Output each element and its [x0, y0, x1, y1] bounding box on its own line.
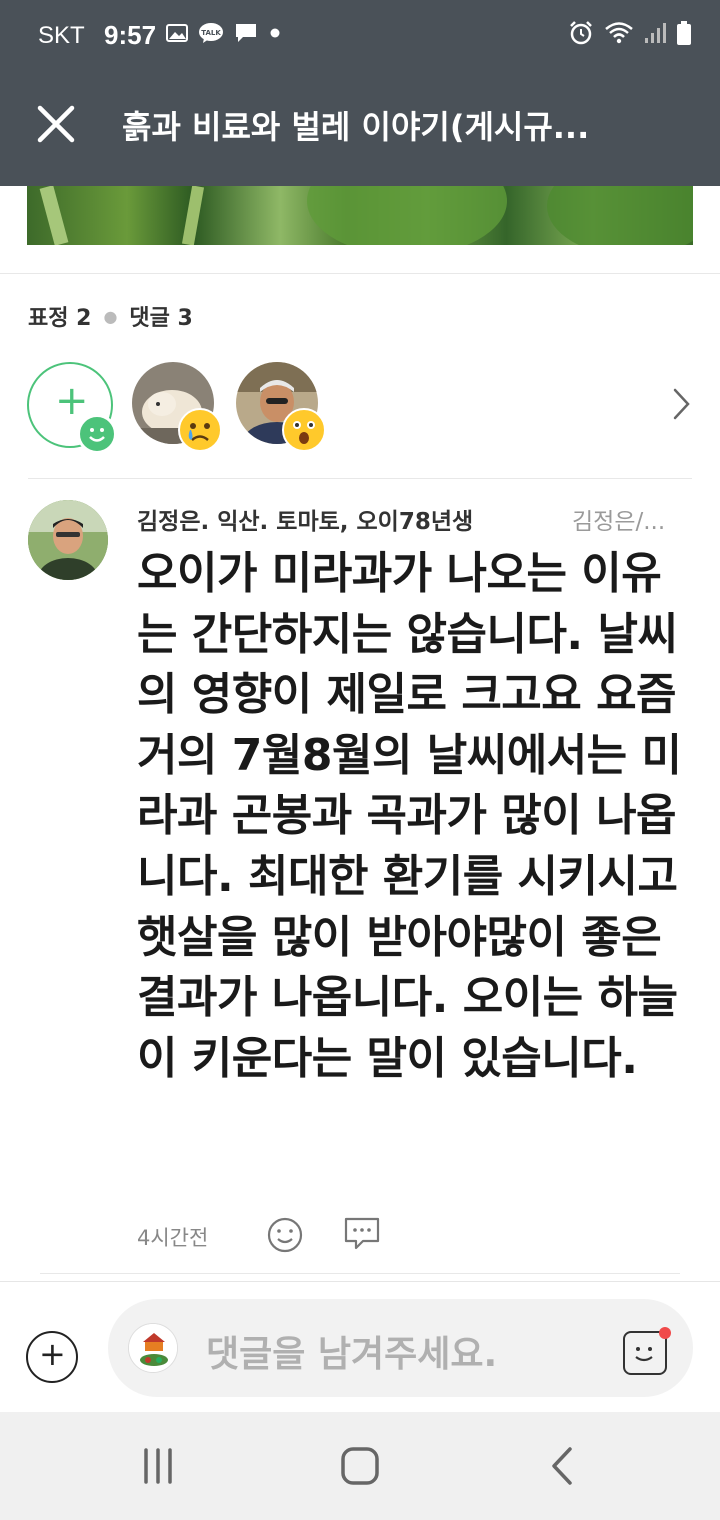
photo-leaf [547, 186, 693, 245]
status-bar: SKT 9:57 TALK [0, 0, 720, 60]
notification-icons: TALK [166, 22, 282, 44]
emotion-count[interactable]: 표정 2 [28, 300, 91, 332]
system-icons [568, 20, 692, 46]
commenter-avatar[interactable] [28, 500, 108, 580]
section-divider [40, 1273, 680, 1274]
carrier-label: SKT [38, 22, 85, 49]
reaction-counts: 표정 2 ● 댓글 3 [28, 300, 193, 332]
separator-dot: ● [103, 306, 118, 326]
comment-count[interactable]: 댓글 3 [129, 300, 192, 332]
add-attachment-button[interactable]: + [26, 1331, 78, 1383]
comment-author[interactable]: 김정은. 익산. 토마토, 오이78년생 [137, 502, 473, 536]
comment-composer: + 댓글을 남겨주세요. [0, 1281, 720, 1412]
image-icon [166, 24, 188, 42]
system-navigation-bar [0, 1412, 720, 1520]
alarm-icon [570, 21, 592, 45]
comment-input-placeholder: 댓글을 남겨주세요. [206, 1334, 498, 1375]
recent-apps-icon[interactable] [128, 1442, 188, 1490]
post-title: 흙과 비료와 벌레 이야기(게시규... [122, 108, 590, 146]
chat-icon [236, 24, 256, 42]
section-divider [28, 478, 692, 479]
talk-icon: TALK [199, 23, 223, 43]
reply-icon[interactable] [343, 1216, 381, 1252]
clock: 9:57 [104, 20, 157, 50]
add-reaction-button[interactable]: + [27, 362, 117, 454]
notification-dot [659, 1327, 671, 1339]
reactions-row: + [27, 362, 697, 454]
comment-input[interactable]: 댓글을 남겨주세요. [108, 1299, 693, 1397]
photo-leaf [307, 186, 507, 245]
wifi-icon [605, 22, 633, 44]
my-avatar [128, 1323, 178, 1373]
photo-stem [181, 186, 205, 245]
svg-text:TALK: TALK [201, 29, 221, 37]
comment-time: 4시간전 [137, 1226, 209, 1250]
smile-icon [77, 414, 117, 454]
comment-text: 오이가 미라과가 나오는 이유는 간단하지는 않습니다. 날씨의 영향이 제일로… [137, 548, 682, 1084]
dot-icon [270, 28, 280, 38]
chevron-right-icon[interactable] [669, 386, 693, 422]
add-emotion-icon[interactable] [266, 1216, 304, 1254]
home-icon[interactable] [330, 1442, 390, 1490]
plus-icon: + [39, 1335, 66, 1373]
photo-stem [39, 186, 69, 245]
close-icon[interactable] [30, 98, 82, 150]
app-header: 흙과 비료와 벌레 이야기(게시규... [0, 60, 720, 186]
crying-face-emoji [178, 408, 222, 452]
battery-icon [677, 21, 691, 45]
section-divider [0, 273, 720, 274]
surprised-face-emoji [282, 408, 326, 452]
signal-icon [645, 23, 666, 43]
comment-author-nickname: 김정은/... [572, 509, 666, 535]
back-icon[interactable] [532, 1442, 592, 1490]
post-image[interactable] [27, 186, 693, 245]
